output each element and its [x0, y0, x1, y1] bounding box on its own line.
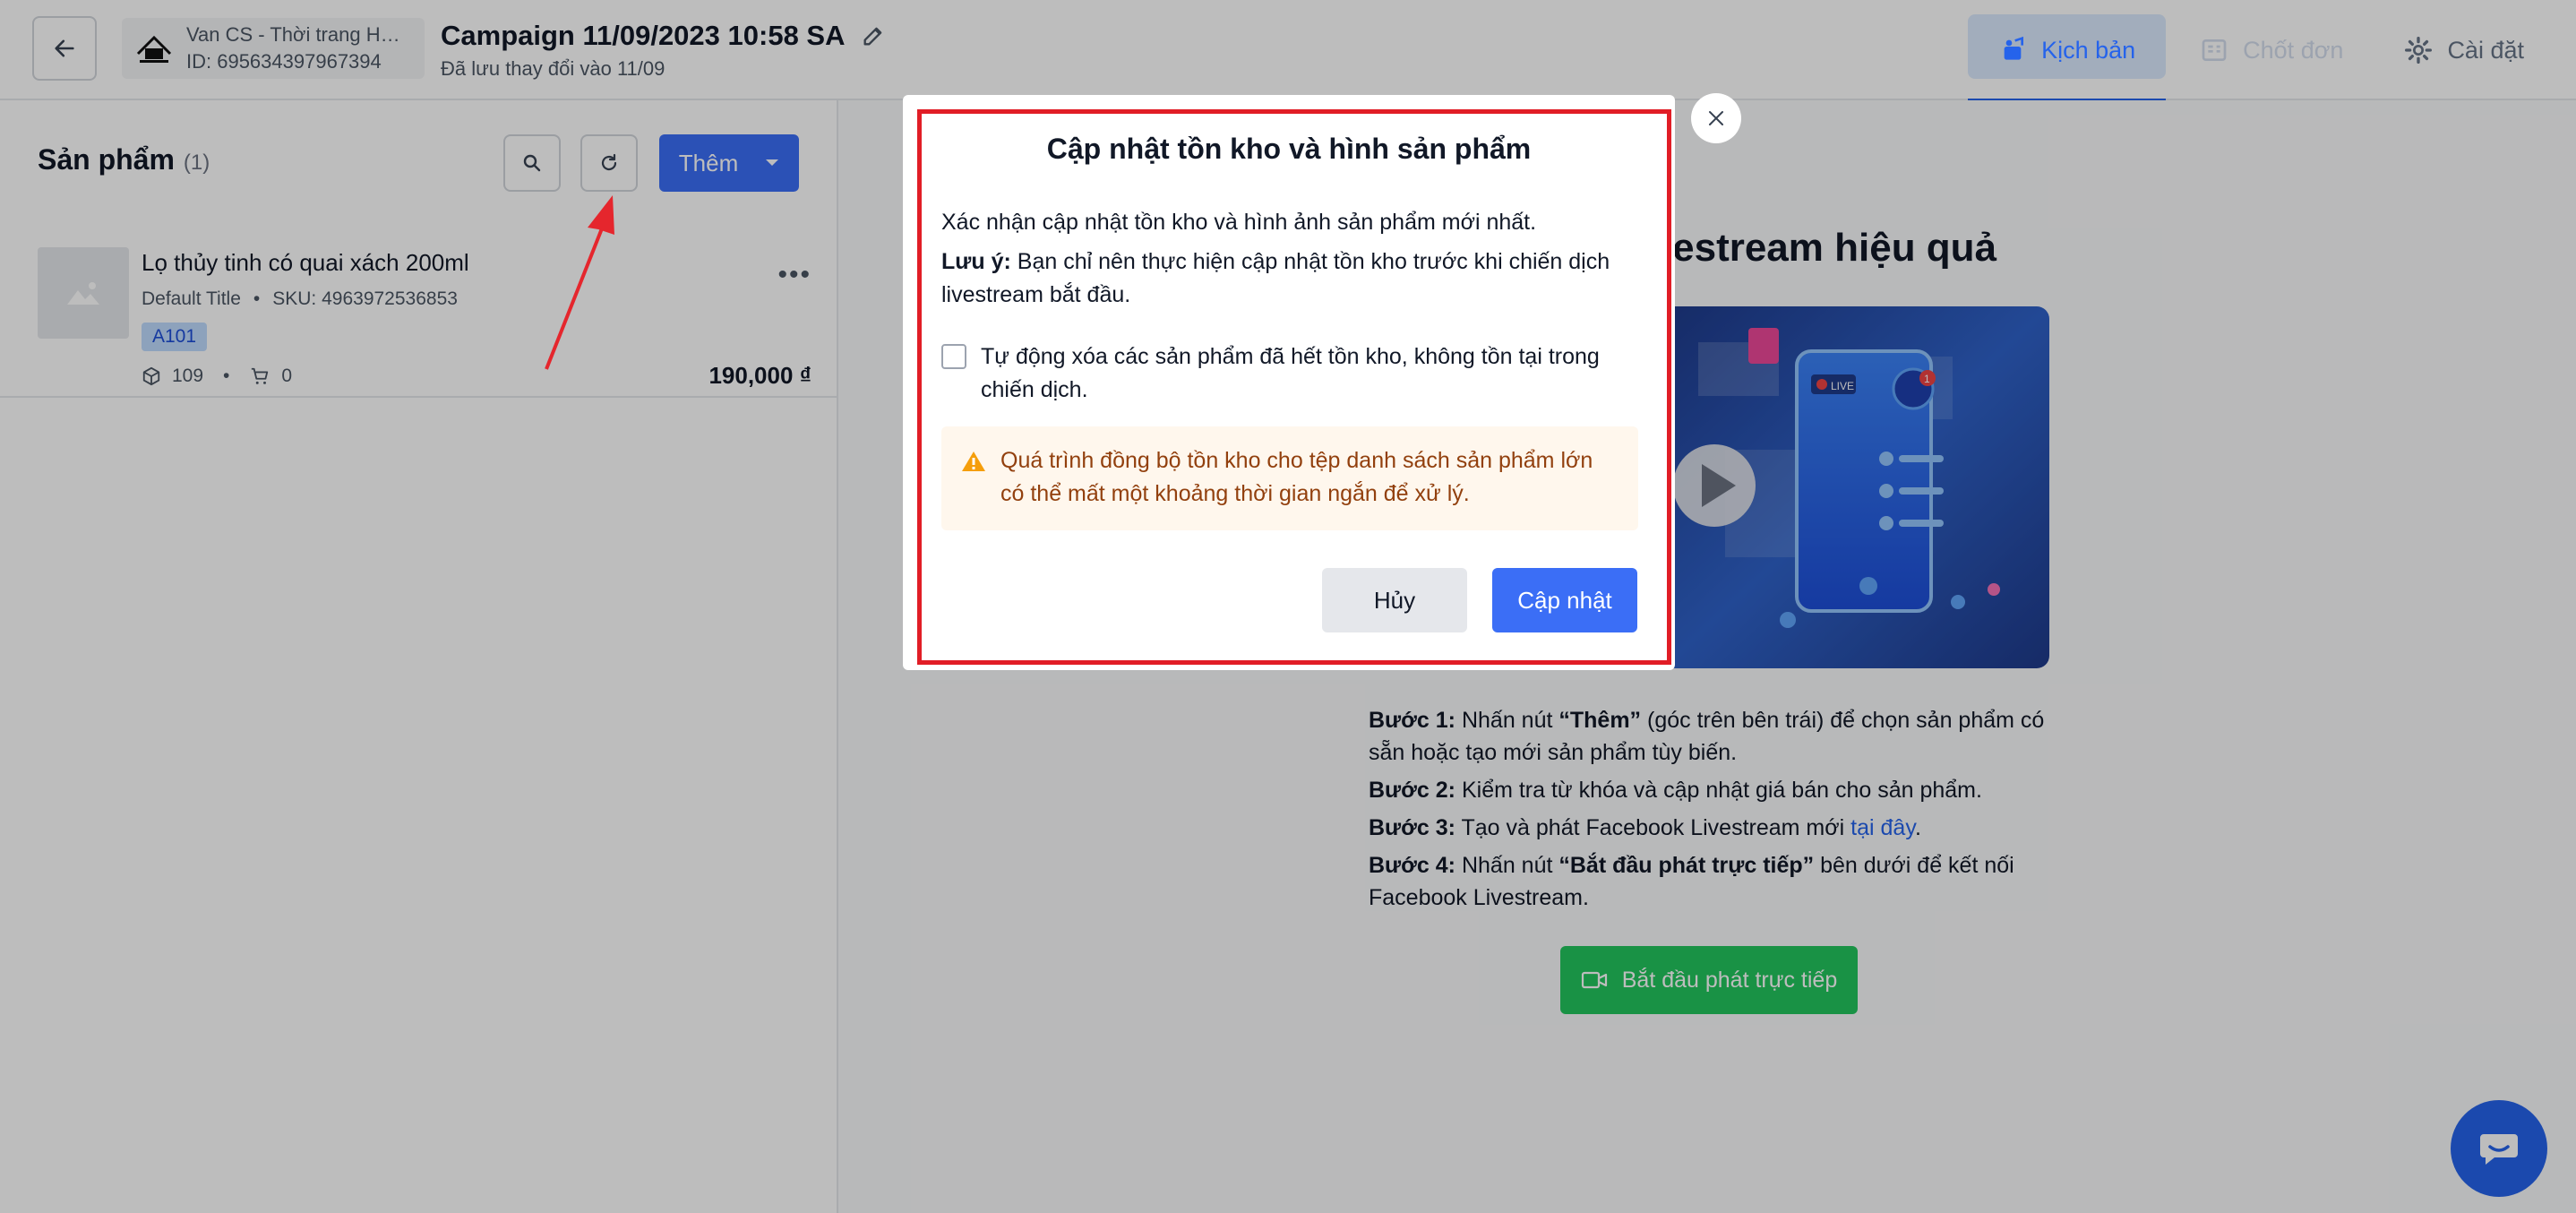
- gear-icon: [2405, 37, 2433, 64]
- tab-script-label: Kịch bản: [2041, 36, 2136, 64]
- app-root: Van CS - Thời trang Hàn... ID: 695634397…: [0, 0, 2576, 1213]
- tab-orders-label: Chốt đơn: [2243, 36, 2344, 64]
- tab-settings-label: Cài đặt: [2447, 36, 2524, 64]
- highlight-frame: [917, 109, 1671, 665]
- orders-icon: [2202, 39, 2227, 61]
- script-icon: [2004, 36, 2024, 60]
- modal-close-button[interactable]: [1691, 93, 1741, 143]
- close-icon: [1709, 111, 1723, 125]
